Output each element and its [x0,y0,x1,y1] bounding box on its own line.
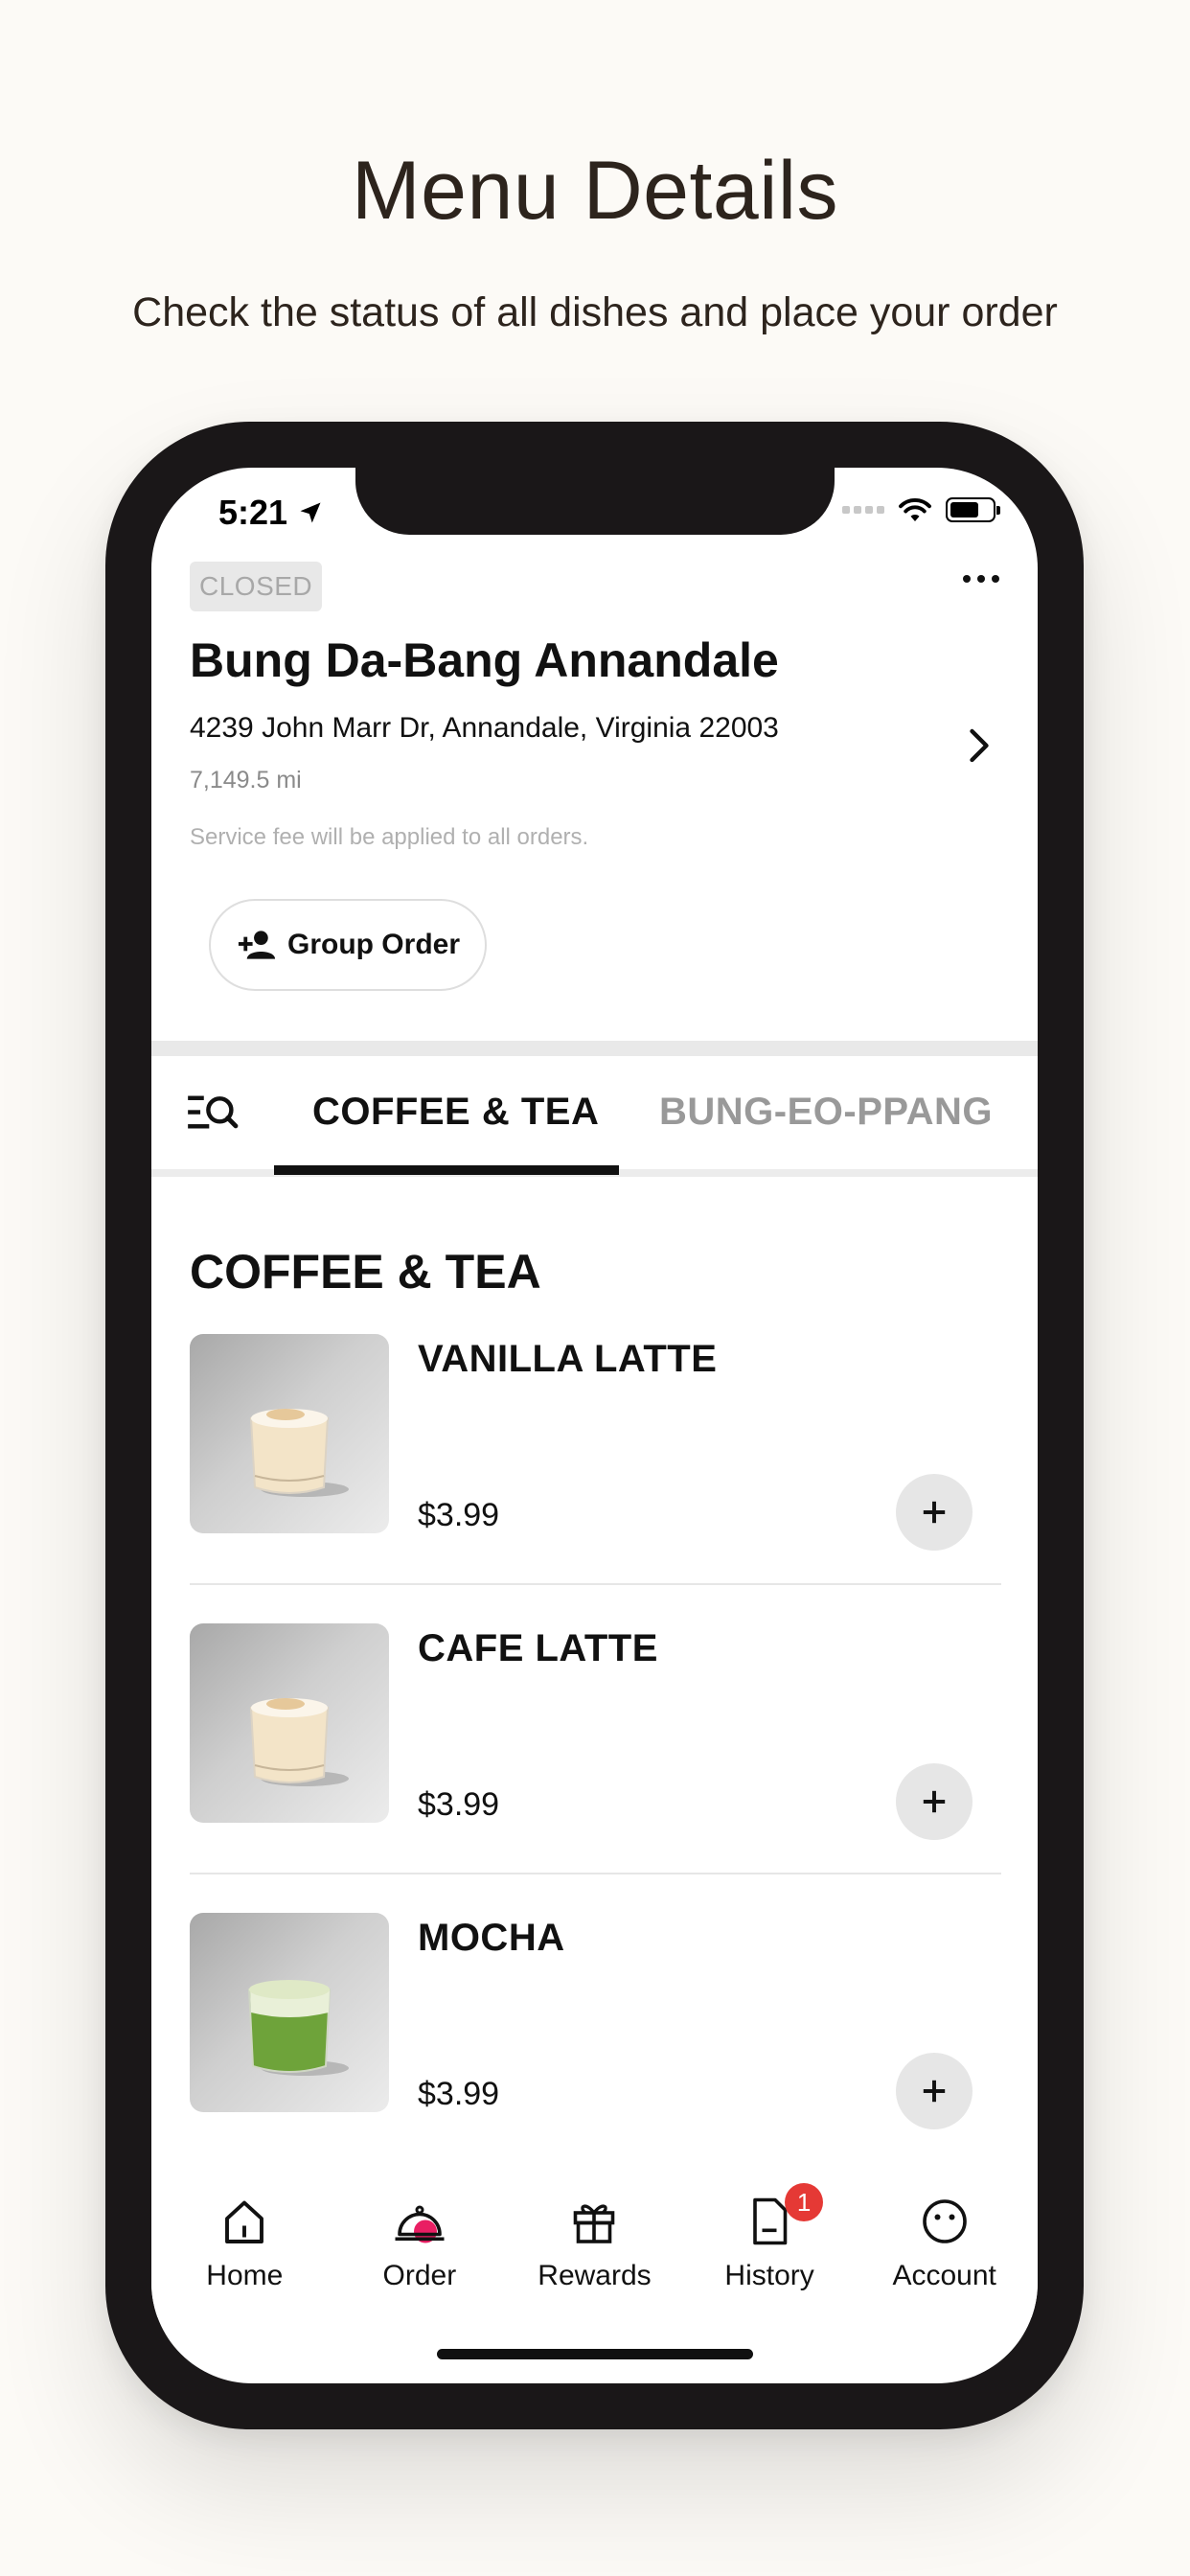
face-icon [922,2199,967,2243]
wifi-icon [899,498,931,521]
store-name: Bung Da-Bang Annandale [190,633,779,687]
plus-icon [923,2080,946,2103]
menu-item-name: VANILLA LATTE [418,1338,718,1380]
phone-frame: 5:21 CLOSED Bung Da-Bang Annandale 4239 … [105,422,1084,2429]
gift-icon [574,2204,615,2243]
battery-icon [946,497,1000,522]
order-cloche-icon [395,2205,445,2243]
home-icon [225,2200,264,2243]
section-title: COFFEE & TEA [190,1245,541,1299]
time-text: 5:21 [218,493,288,532]
cellular-signal-icon [842,506,884,514]
menu-item[interactable]: CAFE LATTE $3.99 [190,1623,1001,1911]
group-order-button[interactable]: Group Order [209,899,487,991]
more-dot-icon [963,575,971,583]
cafe-latte-photo [190,1623,389,1823]
nav-order[interactable]: Order [333,2193,506,2292]
service-fee-note: Service fee will be applied to all order… [190,824,589,850]
promo-subtitle: Check the status of all dishes and place… [132,289,1058,335]
item-divider [190,1873,1001,1874]
plus-icon [923,1501,946,1524]
vanilla-latte-photo [190,1334,389,1533]
tab-coffee-tea[interactable]: COFFEE & TEA [312,1091,599,1134]
active-tab-indicator [274,1165,619,1175]
category-tabbar: COFFEE & TEA BUNG-EO-PPANG [151,1056,1038,1177]
status-bar-indicators [842,496,1000,523]
plus-icon [923,1790,946,1813]
more-options-button[interactable] [963,575,999,583]
menu-item-name: CAFE LATTE [418,1627,658,1669]
home-indicator[interactable] [437,2349,753,2359]
add-to-cart-button[interactable] [896,1763,973,1840]
nav-home[interactable]: Home [158,2193,331,2292]
app-screen: 5:21 CLOSED Bung Da-Bang Annandale 4239 … [151,468,1038,2383]
phone-notch [355,468,835,535]
status-bar-time: 5:21 [218,493,324,533]
menu-item[interactable]: VANILLA LATTE $3.99 [190,1334,1001,1622]
store-status-badge: CLOSED [190,562,323,611]
more-dot-icon [992,575,999,583]
nav-history[interactable]: 1 History [683,2183,856,2292]
nav-label: Account [892,2260,996,2291]
bottom-navigation: Home Order Rewards 1 History Account [151,2183,1038,2317]
nav-label: History [724,2260,814,2291]
nav-label: Home [206,2260,284,2291]
more-dot-icon [977,575,985,583]
nav-rewards[interactable]: Rewards [508,2193,680,2292]
menu-item-price: $3.99 [418,2076,500,2112]
nav-label: Rewards [538,2260,652,2291]
item-divider [190,1583,1001,1585]
promo-title: Menu Details [352,145,838,237]
menu-item-name: MOCHA [418,1917,565,1959]
add-to-cart-button[interactable] [896,2053,973,2129]
group-order-label: Group Order [286,929,460,960]
nav-label: Order [382,2260,457,2291]
store-address[interactable]: 4239 John Marr Dr, Annandale, Virginia 2… [190,712,779,745]
menu-item-price: $3.99 [418,1497,500,1533]
menu-item[interactable]: MOCHA $3.99 [190,1913,1001,2200]
menu-item-price: $3.99 [418,1786,500,1823]
menu-search-icon[interactable] [186,1091,240,1137]
nav-account[interactable]: Account [858,2193,1031,2292]
tab-bung-eo-ppang[interactable]: BUNG-EO-PPANG [659,1091,993,1134]
notification-badge: 1 [785,2183,824,2221]
section-divider [151,1041,1038,1056]
chevron-right-icon[interactable] [965,726,994,765]
mocha-photo [190,1913,389,2112]
add-to-cart-button[interactable] [896,1474,973,1551]
store-distance: 7,149.5 mi [190,767,302,794]
location-arrow-icon [300,502,321,523]
add-person-icon [238,931,276,959]
